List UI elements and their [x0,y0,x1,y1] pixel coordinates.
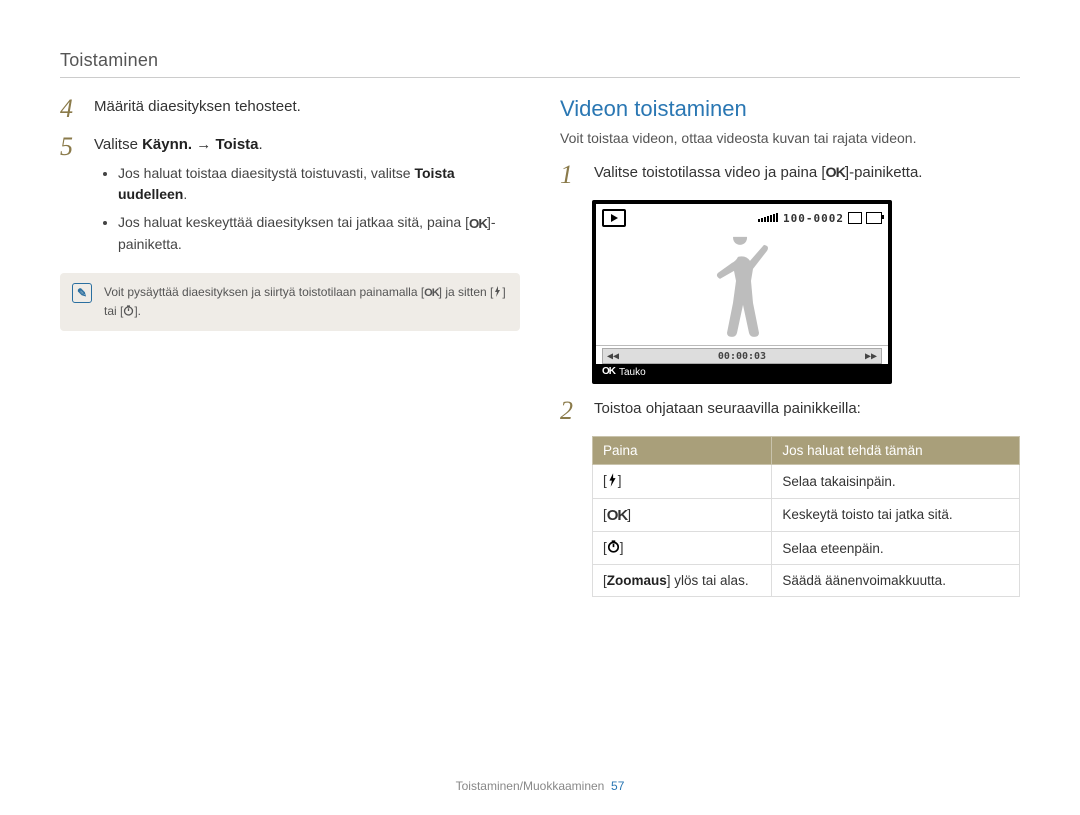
preview-top-bar: 100-0002 [596,204,888,228]
note-box: ✎ Voit pysäyttää diaesityksen ja siirtyä… [60,273,520,331]
note-icon: ✎ [72,283,92,303]
section-title: Videon toistaminen [560,96,1020,122]
cell-button: [OK] [593,499,772,532]
table-row: [Zoomaus] ylös tai alas. Säädä äänenvoim… [593,565,1020,597]
footer-text: Toistaminen/Muokkaaminen [456,779,605,793]
page-header: Toistaminen [60,50,1020,78]
timer-icon [607,540,620,556]
step-text: Valitse toistotilassa video ja paina [OK… [594,162,1020,185]
play-indicator-icon [602,209,626,227]
text: ] ja sitten [ [439,285,494,299]
text: Valitse toistotilassa video ja paina [ [594,164,826,181]
file-counter: 100-0002 [783,212,844,225]
bold-text: Käynn. [142,136,192,153]
step-2: 2 Toistoa ohjataan seuraavilla painikkei… [560,398,1020,424]
step-number: 4 [60,96,82,122]
text: ]. [134,304,141,318]
cell-desc: Selaa eteenpäin. [772,531,1020,564]
cell-button: [] [593,531,772,564]
step-text: Valitse Käynn. → Toista. Jos haluat tois… [94,134,520,261]
cell-button: [Zoomaus] ylös tai alas. [593,565,772,597]
controls-table: Paina Jos haluat tehdä tämän [] Selaa ta… [592,436,1020,597]
step-1: 1 Valitse toistotilassa video ja paina [… [560,162,1020,188]
step-text: Määritä diaesityksen tehosteet. [94,96,520,119]
page: Toistaminen 4 Määritä diaesityksen tehos… [0,0,1080,815]
ok-icon: OK [424,288,439,299]
rewind-icon: ◀◀ [607,351,619,362]
table-header-row: Paina Jos haluat tehdä tämän [593,437,1020,465]
text: ] ylös tai alas. [667,573,749,588]
text: → [192,136,215,153]
section-intro: Voit toistaa videon, ottaa videosta kuva… [560,130,1020,146]
table-row: [] Selaa eteenpäin. [593,531,1020,564]
ok-icon: OK [826,166,845,180]
step-number: 5 [60,134,82,160]
column-header: Paina [593,437,772,465]
step-number: 2 [560,398,582,424]
right-column: Videon toistaminen Voit toistaa videon, … [560,96,1020,597]
text: . [183,186,187,202]
bold-text: Toista [215,136,258,153]
cell-desc: Selaa takaisinpäin. [772,465,1020,499]
step-5: 5 Valitse Käynn. → Toista. Jos haluat to… [60,134,520,261]
battery-icon [866,212,882,224]
bold-text: Zoomaus [607,573,667,588]
forward-icon: ▶▶ [865,351,877,362]
ok-icon: OK [602,367,615,377]
card-icon [848,212,862,224]
ground-line [596,345,888,346]
text: Jos haluat toistaa diaesitystä toistuvas… [118,165,414,181]
signal-bars-icon [758,212,779,225]
ok-icon: OK [469,217,487,230]
pause-label: Tauko [619,367,646,378]
cell-button: [] [593,465,772,499]
preview-bottom-bar: OK Tauko [596,364,888,380]
table-row: [OK] Keskeytä toisto tai jatka sitä. [593,499,1020,532]
left-column: 4 Määritä diaesityksen tehosteet. 5 Vali… [60,96,520,597]
text: Valitse [94,136,142,153]
cell-desc: Keskeytä toisto tai jatka sitä. [772,499,1020,532]
text: Jos haluat keskeyttää diaesityksen tai j… [118,214,469,230]
table-row: [] Selaa takaisinpäin. [593,465,1020,499]
step-text: Toistoa ohjataan seuraavilla painikkeill… [594,398,1020,421]
note-text: Voit pysäyttää diaesityksen ja siirtyä t… [104,283,508,321]
ok-icon: OK [607,508,628,523]
list-item: Jos haluat keskeyttää diaesityksen tai j… [118,212,520,255]
column-header: Jos haluat tehdä tämän [772,437,1020,465]
timer-icon [123,303,134,321]
step-4: 4 Määritä diaesityksen tehosteet. [60,96,520,122]
text: . [259,136,263,153]
text: ]-painiketta. [845,164,923,181]
video-preview: 100-0002 ◀◀ 00:00:03 ▶▶ O [592,200,892,384]
content-columns: 4 Määritä diaesityksen tehosteet. 5 Vali… [60,96,1020,597]
timecode: 00:00:03 [718,351,766,362]
cell-desc: Säädä äänenvoimakkuutta. [772,565,1020,597]
silhouette-icon [702,237,782,350]
step-number: 1 [560,162,582,188]
page-number: 57 [611,779,624,793]
list-item: Jos haluat toistaa diaesitystä toistuvas… [118,163,520,206]
page-footer: Toistaminen/Muokkaaminen 57 [0,779,1080,793]
progress-bar: ◀◀ 00:00:03 ▶▶ [602,348,882,364]
flash-icon [607,473,618,490]
text: Voit pysäyttää diaesityksen ja siirtyä t… [104,285,424,299]
preview-status: 100-0002 [758,212,882,225]
bullet-list: Jos haluat toistaa diaesitystä toistuvas… [94,163,520,256]
